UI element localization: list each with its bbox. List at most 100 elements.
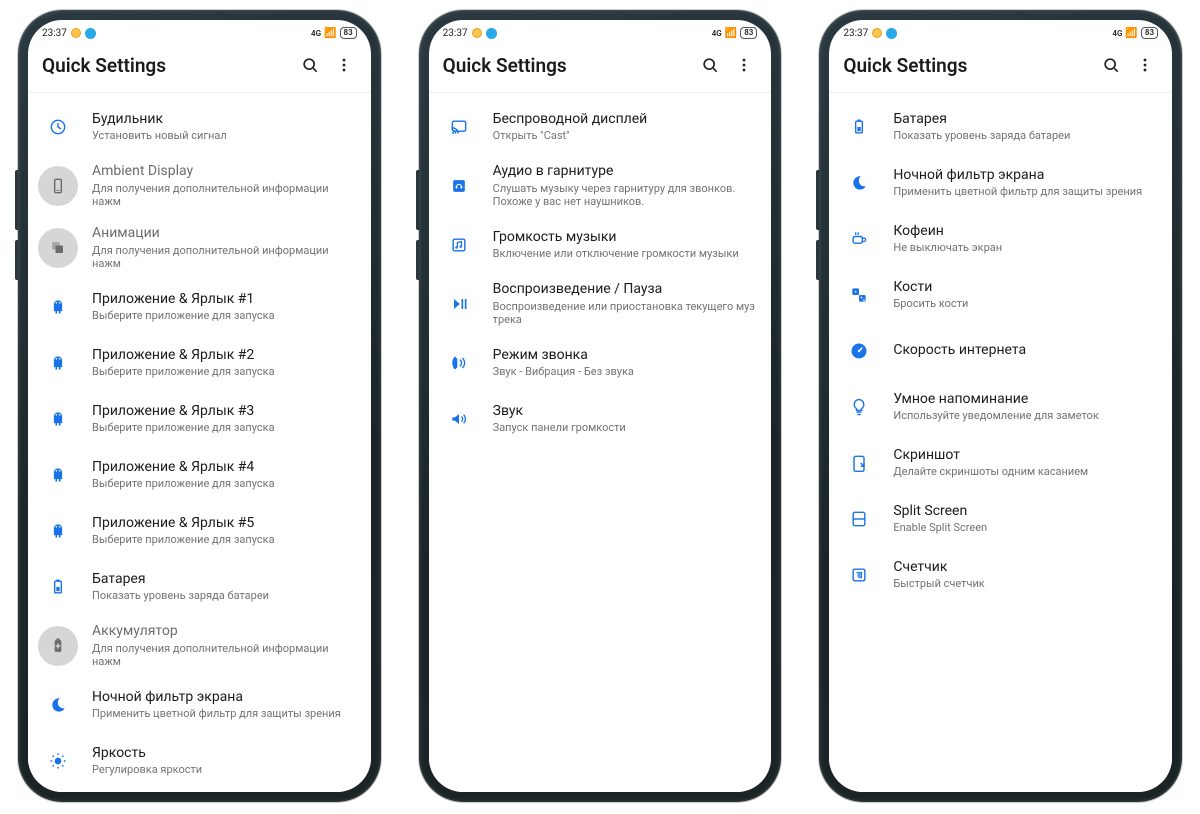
list-item[interactable]: Скорость интернета	[829, 323, 1172, 379]
settings-list[interactable]: БудильникУстановить новый сигнал Ambient …	[28, 93, 371, 792]
speed-icon	[839, 331, 879, 371]
list-item[interactable]: Беспроводной дисплейОткрыть "Cast"	[429, 99, 772, 155]
list-item-title: Приложение & Ярлык #3	[92, 403, 357, 421]
search-button[interactable]	[297, 52, 323, 78]
list-item[interactable]: БатареяПоказать уровень заряда батареи	[829, 99, 1172, 155]
list-item[interactable]: Ночной фильтр экранаПрименить цветной фи…	[28, 677, 371, 733]
list-item-subtitle: Enable Split Screen	[893, 521, 1158, 535]
bright-icon	[38, 741, 78, 781]
ringer-icon	[439, 343, 479, 383]
list-item-text: Приложение & Ярлык #2Выберите приложение…	[92, 347, 357, 379]
list-item[interactable]: ЯркостьРегулировка яркости	[28, 733, 371, 789]
list-item[interactable]: ЗвукЗапуск панели громкости	[429, 391, 772, 447]
list-item-text: Приложение & Ярлык #5Выберите приложение…	[92, 515, 357, 547]
list-item-text: Ambient DisplayДля получения дополнитель…	[92, 163, 357, 209]
settings-list[interactable]: Беспроводной дисплейОткрыть "Cast" Аудио …	[429, 93, 772, 792]
screen: 23:374G📶83Quick SettingsБудильникУстанов…	[28, 20, 371, 792]
telegram-icon	[886, 28, 897, 39]
list-item[interactable]: Ночной фильтр экранаПрименить цветной фи…	[829, 155, 1172, 211]
settings-list[interactable]: БатареяПоказать уровень заряда батареи Но…	[829, 93, 1172, 792]
list-item-title: Приложение & Ярлык #1	[92, 291, 357, 309]
clock-icon	[38, 107, 78, 147]
signal-icon: 📶	[324, 28, 336, 39]
list-item[interactable]: СкриншотДелайте скриншоты одним касанием	[829, 435, 1172, 491]
list-item[interactable]: Приложение & Ярлык #4Выберите приложение…	[28, 447, 371, 503]
list-item-subtitle: Запуск панели громкости	[493, 421, 758, 435]
list-item[interactable]: Воспроизведение / ПаузаВоспроизведение и…	[429, 273, 772, 335]
list-item[interactable]: КофеинНе выключать экран	[829, 211, 1172, 267]
list-item-subtitle: Показать уровень заряда батареи	[893, 129, 1158, 143]
list-item[interactable]: Приложение & Ярлык #1Выберите приложение…	[28, 279, 371, 335]
status-time: 23:37	[443, 28, 468, 39]
list-item-subtitle: Регулировка яркости	[92, 763, 357, 777]
list-item[interactable]: Split ScreenEnable Split Screen	[829, 491, 1172, 547]
list-item-text: Приложение & Ярлык #4Выберите приложение…	[92, 459, 357, 491]
more-button[interactable]	[731, 52, 757, 78]
coffee-icon	[839, 219, 879, 259]
list-item[interactable]: Приложение & Ярлык #2Выберите приложение…	[28, 335, 371, 391]
more-button[interactable]	[1132, 52, 1158, 78]
counter-icon	[839, 555, 879, 595]
bulb-icon	[839, 387, 879, 427]
list-item-title: Split Screen	[893, 503, 1158, 521]
list-item-text: ЯркостьРегулировка яркости	[92, 745, 357, 777]
network-label: 4G	[1112, 29, 1122, 38]
list-item[interactable]: АнимацииДля получения дополнительной инф…	[28, 217, 371, 279]
battery-icon	[839, 107, 879, 147]
list-item-title: Приложение & Ярлык #4	[92, 459, 357, 477]
list-item-title: Ambient Display	[92, 163, 357, 181]
list-item[interactable]: АккумуляторДля получения дополнительной …	[28, 615, 371, 677]
list-item-text: СчетчикБыстрый счетчик	[893, 559, 1158, 591]
signal-icon: 📶	[725, 28, 737, 39]
list-item-subtitle: Открыть "Cast"	[493, 129, 758, 143]
moon-icon	[38, 685, 78, 725]
status-bar: 23:374G📶83	[28, 20, 371, 42]
list-item[interactable]: БудильникУстановить новый сигнал	[28, 99, 371, 155]
playpause-icon	[439, 284, 479, 324]
list-item-title: Аккумулятор	[92, 623, 357, 641]
list-item[interactable]: Ambient DisplayДля получения дополнитель…	[28, 155, 371, 217]
list-item-text: БатареяПоказать уровень заряда батареи	[893, 111, 1158, 143]
list-item-text: Воспроизведение / ПаузаВоспроизведение и…	[493, 281, 758, 327]
list-item[interactable]: Умное напоминаниеИспользуйте уведомление…	[829, 379, 1172, 435]
list-item[interactable]: БатареяПоказать уровень заряда батареи	[28, 559, 371, 615]
list-item-subtitle: Для получения дополнительной информации …	[92, 642, 357, 670]
list-item-text: Приложение & Ярлык #1Выберите приложение…	[92, 291, 357, 323]
list-item-title: Кофеин	[893, 223, 1158, 241]
search-button[interactable]	[1098, 52, 1124, 78]
list-item-subtitle: Воспроизведение или приостановка текущег…	[493, 300, 758, 328]
phone-mockup: 23:374G📶83Quick SettingsБудильникУстанов…	[18, 10, 381, 802]
telegram-icon	[486, 28, 497, 39]
list-item-title: Воспроизведение / Пауза	[493, 281, 758, 299]
list-item-text: ЗвукЗапуск панели громкости	[493, 403, 758, 435]
battery-icon	[38, 567, 78, 607]
network-label: 4G	[712, 29, 722, 38]
list-item-subtitle: Выберите приложение для запуска	[92, 309, 357, 323]
list-item[interactable]: Режим звонкаЗвук - Вибрация - Без звука	[429, 335, 772, 391]
app-bar: Quick Settings	[829, 42, 1172, 93]
list-item[interactable]: Приложение & Ярлык #3Выберите приложение…	[28, 391, 371, 447]
list-item-text: СкриншотДелайте скриншоты одним касанием	[893, 447, 1158, 479]
list-item[interactable]: КостиБросить кости	[829, 267, 1172, 323]
battery-level: 83	[340, 27, 357, 39]
list-item-title: Умное напоминание	[893, 391, 1158, 409]
headset-icon	[439, 166, 479, 206]
list-item-text: Split ScreenEnable Split Screen	[893, 503, 1158, 535]
list-item[interactable]: Громкость музыкиВключение или отключение…	[429, 217, 772, 273]
screen: 23:374G📶83Quick SettingsБатареяПоказать …	[829, 20, 1172, 792]
network-label: 4G	[311, 29, 321, 38]
list-item[interactable]: Аудио в гарнитуреСлушать музыку через га…	[429, 155, 772, 217]
list-item-text: Громкость музыкиВключение или отключение…	[493, 229, 758, 261]
android-icon	[38, 455, 78, 495]
list-item[interactable]: СчетчикБыстрый счетчик	[829, 547, 1172, 603]
list-item-text: Аудио в гарнитуреСлушать музыку через га…	[493, 163, 758, 209]
list-item-subtitle: Звук - Вибрация - Без звука	[493, 365, 758, 379]
split-icon	[839, 499, 879, 539]
screen: 23:374G📶83Quick SettingsБеспроводной дис…	[429, 20, 772, 792]
list-item[interactable]: Приложение & Ярлык #5Выберите приложение…	[28, 503, 371, 559]
list-item-subtitle: Не выключать экран	[893, 241, 1158, 255]
more-button[interactable]	[331, 52, 357, 78]
list-item-text: КофеинНе выключать экран	[893, 223, 1158, 255]
search-button[interactable]	[697, 52, 723, 78]
list-item-title: Приложение & Ярлык #5	[92, 515, 357, 533]
